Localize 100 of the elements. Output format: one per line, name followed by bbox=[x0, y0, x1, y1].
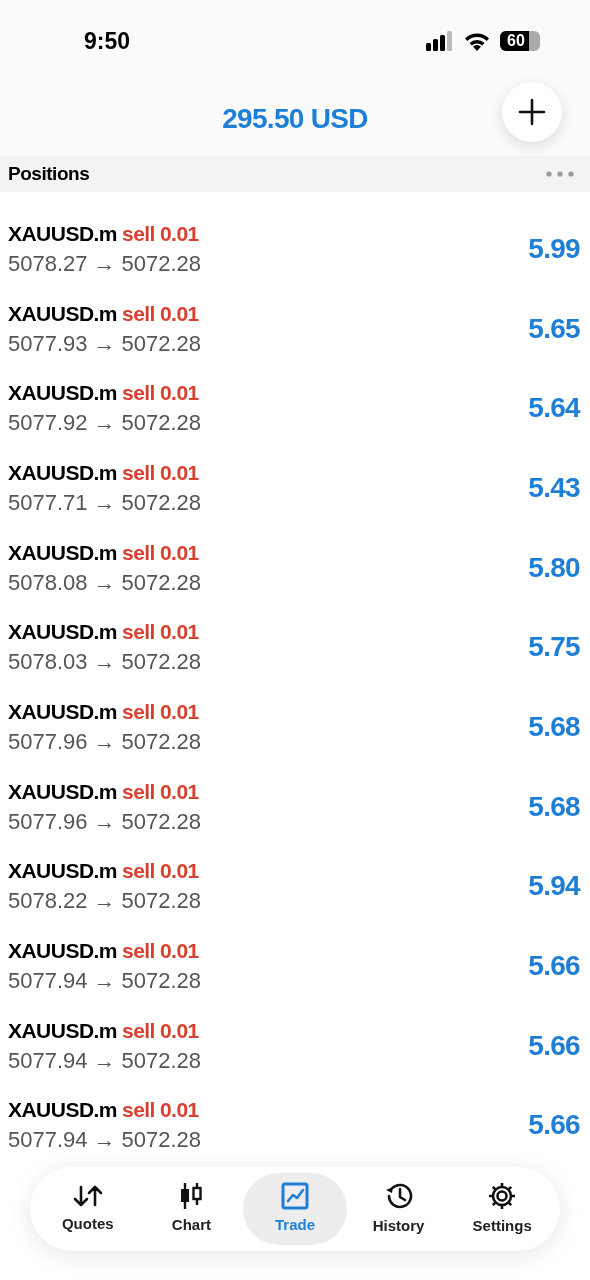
profit-value: 5.64 bbox=[528, 391, 580, 426]
price-arrow: → bbox=[93, 648, 116, 677]
open-price: 5077.96 bbox=[8, 807, 88, 836]
open-price: 5077.94 bbox=[8, 1046, 88, 1075]
wifi-icon bbox=[464, 31, 490, 51]
symbol: XAUUSD.m bbox=[8, 698, 117, 725]
trade-volume: 0.01 bbox=[159, 539, 199, 566]
open-price: 5077.94 bbox=[8, 967, 88, 996]
tab[interactable]: Chart bbox=[139, 1173, 244, 1245]
symbol: XAUUSD.m bbox=[8, 778, 117, 805]
settings-icon bbox=[487, 1180, 518, 1211]
trade-volume: 0.01 bbox=[159, 858, 199, 885]
more-icon[interactable] bbox=[546, 171, 574, 177]
open-price: 5077.94 bbox=[8, 1126, 88, 1155]
price-arrow: → bbox=[93, 967, 116, 996]
profit-value: 5.43 bbox=[528, 470, 580, 505]
profit-value: 5.75 bbox=[528, 630, 580, 665]
symbol: XAUUSD.m bbox=[8, 539, 117, 566]
trade-volume: 0.01 bbox=[159, 300, 199, 327]
trade-side: sell bbox=[122, 858, 155, 885]
open-price: 5078.27 bbox=[8, 249, 88, 278]
trade-volume: 0.01 bbox=[159, 1097, 199, 1124]
symbol: XAUUSD.m bbox=[8, 459, 117, 486]
price-arrow: → bbox=[93, 1126, 116, 1155]
symbol: XAUUSD.m bbox=[8, 1017, 117, 1044]
price-arrow: → bbox=[93, 488, 116, 517]
tab[interactable]: History bbox=[346, 1173, 451, 1245]
profit-value: 5.68 bbox=[528, 709, 580, 744]
symbol: XAUUSD.m bbox=[8, 220, 117, 247]
price-arrow: → bbox=[93, 409, 116, 438]
tab[interactable]: Settings bbox=[450, 1173, 554, 1245]
open-price: 5078.08 bbox=[8, 568, 88, 597]
status-time: 9:50 bbox=[84, 26, 131, 56]
current-price: 5072.28 bbox=[121, 967, 202, 996]
current-price: 5072.28 bbox=[121, 727, 202, 756]
profit-value: 5.65 bbox=[528, 311, 580, 346]
trade-volume: 0.01 bbox=[159, 778, 199, 805]
current-price: 5072.28 bbox=[121, 249, 202, 278]
trade-side: sell bbox=[122, 938, 155, 965]
battery-indicator: 60 bbox=[500, 31, 540, 51]
symbol: XAUUSD.m bbox=[8, 938, 117, 965]
trade-side: sell bbox=[122, 1017, 155, 1044]
open-price: 5078.03 bbox=[8, 648, 88, 677]
price-arrow: → bbox=[93, 249, 116, 278]
current-price: 5072.28 bbox=[121, 887, 202, 916]
symbol: XAUUSD.m bbox=[8, 619, 117, 646]
trade-side: sell bbox=[122, 698, 155, 725]
candlestick-icon bbox=[178, 1181, 205, 1210]
open-price: 5078.22 bbox=[8, 887, 88, 916]
trade-side: sell bbox=[122, 220, 155, 247]
trade-side: sell bbox=[122, 300, 155, 327]
open-price: 5077.71 bbox=[8, 488, 88, 517]
current-price: 5072.28 bbox=[121, 329, 202, 358]
current-price: 5072.28 bbox=[121, 807, 202, 836]
trade-volume: 0.01 bbox=[159, 938, 199, 965]
symbol: XAUUSD.m bbox=[8, 300, 117, 327]
profit-value: 5.94 bbox=[528, 869, 580, 904]
current-price: 5072.28 bbox=[121, 648, 202, 677]
trade-volume: 0.01 bbox=[159, 1017, 199, 1044]
tab[interactable]: Quotes bbox=[36, 1173, 140, 1245]
open-price: 5077.96 bbox=[8, 727, 88, 756]
current-price: 5072.28 bbox=[121, 1046, 202, 1075]
current-price: 5072.28 bbox=[121, 409, 202, 438]
trade-side: sell bbox=[122, 619, 155, 646]
price-arrow: → bbox=[93, 887, 116, 916]
trade-volume: 0.01 bbox=[159, 380, 199, 407]
trade-side: sell bbox=[122, 778, 155, 805]
price-arrow: → bbox=[93, 727, 116, 756]
open-price: 5077.93 bbox=[8, 329, 88, 358]
plus-icon bbox=[518, 98, 546, 126]
trade-side: sell bbox=[122, 1097, 155, 1124]
trade-volume: 0.01 bbox=[159, 619, 199, 646]
current-price: 5072.28 bbox=[121, 488, 202, 517]
profit-value: 5.66 bbox=[528, 1028, 580, 1063]
price-arrow: → bbox=[93, 329, 116, 358]
profit-value: 5.99 bbox=[528, 231, 580, 266]
price-arrow: → bbox=[93, 1046, 116, 1075]
symbol: XAUUSD.m bbox=[8, 858, 117, 885]
trade-volume: 0.01 bbox=[159, 220, 199, 247]
profit-value: 5.68 bbox=[528, 789, 580, 824]
price-arrow: → bbox=[93, 807, 116, 836]
trend-chart-icon bbox=[281, 1181, 309, 1210]
price-arrow: → bbox=[93, 568, 116, 597]
tab[interactable]: Trade bbox=[243, 1173, 347, 1245]
section-title: Positions bbox=[8, 161, 90, 186]
profit-value: 5.80 bbox=[528, 550, 580, 585]
trade-volume: 0.01 bbox=[159, 698, 199, 725]
trade-side: sell bbox=[122, 539, 155, 566]
open-price: 5077.92 bbox=[8, 409, 88, 438]
account-balance: 295.50 USD bbox=[222, 102, 368, 136]
symbol: XAUUSD.m bbox=[8, 380, 117, 407]
profit-value: 5.66 bbox=[528, 949, 580, 984]
trade-volume: 0.01 bbox=[159, 459, 199, 486]
profit-value: 5.66 bbox=[528, 1108, 580, 1143]
trade-side: sell bbox=[122, 459, 155, 486]
current-price: 5072.28 bbox=[121, 1126, 202, 1155]
current-price: 5072.28 bbox=[121, 568, 202, 597]
signal-icon bbox=[426, 31, 454, 51]
symbol: XAUUSD.m bbox=[8, 1097, 117, 1124]
trade-side: sell bbox=[122, 380, 155, 407]
